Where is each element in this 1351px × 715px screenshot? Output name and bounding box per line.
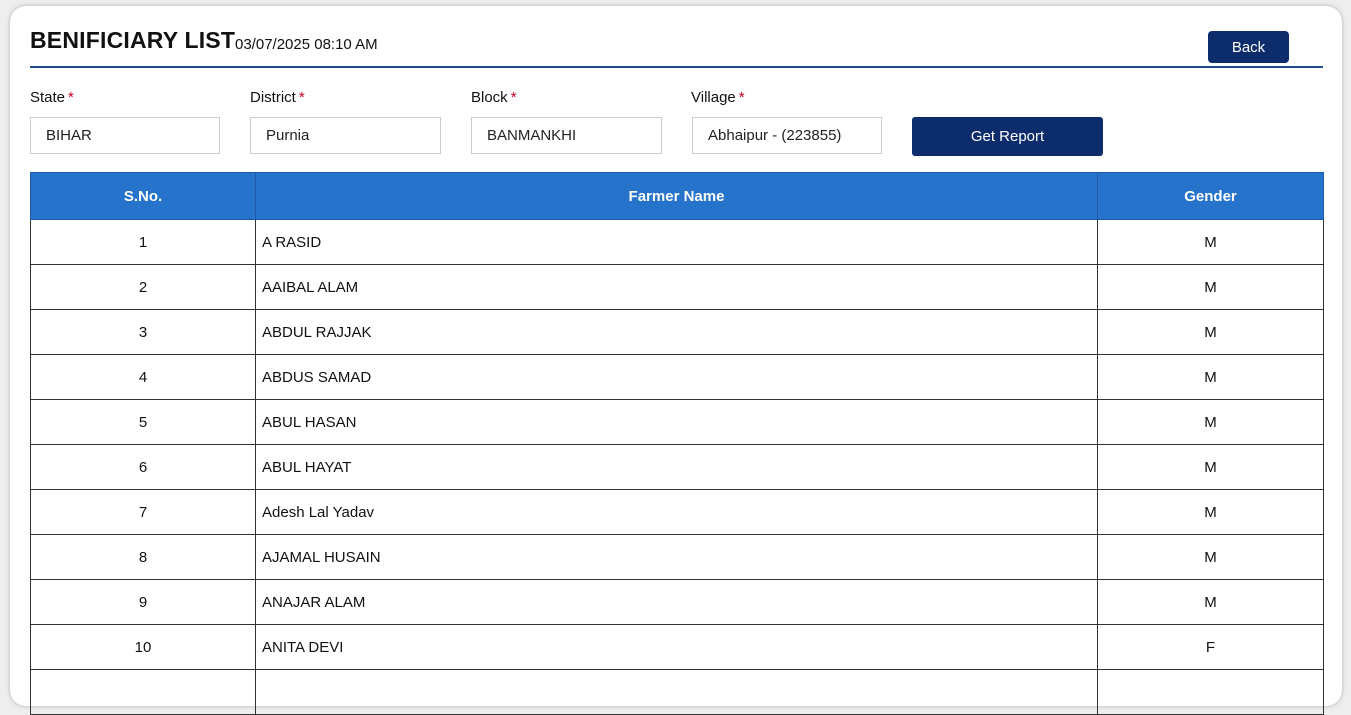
cell-gender: M bbox=[1097, 354, 1324, 400]
cell-gender bbox=[1097, 669, 1324, 715]
village-field: Village * Abhaipur - (223855) bbox=[691, 89, 882, 154]
table-row: 9 ANAJAR ALAM M bbox=[30, 579, 1324, 625]
cell-sno: 3 bbox=[30, 309, 256, 355]
cell-farmer-name bbox=[255, 669, 1098, 715]
district-label: District * bbox=[250, 89, 305, 106]
cell-sno: 8 bbox=[30, 534, 256, 580]
cell-gender: M bbox=[1097, 264, 1324, 310]
required-marker: * bbox=[510, 89, 517, 106]
page-title: BENIFICIARY LIST bbox=[30, 27, 236, 53]
district-select[interactable]: Purnia bbox=[250, 117, 441, 154]
cell-gender: F bbox=[1097, 624, 1324, 670]
cell-farmer-name: A RASID bbox=[255, 219, 1098, 265]
required-marker: * bbox=[738, 89, 745, 106]
cell-sno: 6 bbox=[30, 444, 256, 490]
cell-gender: M bbox=[1097, 399, 1324, 445]
table-row: 7 Adesh Lal Yadav M bbox=[30, 489, 1324, 535]
table-row: 4 ABDUS SAMAD M bbox=[30, 354, 1324, 400]
cell-gender: M bbox=[1097, 219, 1324, 265]
cell-gender: M bbox=[1097, 534, 1324, 580]
cell-farmer-name: ABDUL RAJJAK bbox=[255, 309, 1098, 355]
cell-sno: 7 bbox=[30, 489, 256, 535]
block-label: Block * bbox=[471, 89, 517, 106]
table-header-row: S.No. Farmer Name Gender bbox=[30, 172, 1324, 220]
required-marker: * bbox=[298, 89, 305, 106]
state-field: State * BIHAR bbox=[30, 89, 220, 154]
district-field: District * Purnia bbox=[250, 89, 441, 154]
cell-farmer-name: ANAJAR ALAM bbox=[255, 579, 1098, 625]
cell-gender: M bbox=[1097, 444, 1324, 490]
beneficiary-table: S.No. Farmer Name Gender 1 A RASID M 2 A… bbox=[30, 172, 1324, 715]
cell-farmer-name: ABDUS SAMAD bbox=[255, 354, 1098, 400]
column-header-gender: Gender bbox=[1097, 172, 1324, 220]
cell-sno bbox=[30, 669, 256, 715]
block-field: Block * BANMANKHI bbox=[471, 89, 662, 154]
get-report-button[interactable]: Get Report bbox=[912, 117, 1103, 156]
required-marker: * bbox=[68, 89, 74, 106]
cell-farmer-name: ABUL HASAN bbox=[255, 399, 1098, 445]
table-row bbox=[30, 669, 1324, 715]
report-card: BENIFICIARY LIST 03/07/2025 08:10 AM Bac… bbox=[10, 6, 1342, 715]
page-header: BENIFICIARY LIST 03/07/2025 08:10 AM Bac… bbox=[30, 26, 1323, 68]
cell-farmer-name: Adesh Lal Yadav bbox=[255, 489, 1098, 535]
cell-farmer-name: ANITA DEVI bbox=[255, 624, 1098, 670]
state-label: State * bbox=[30, 89, 74, 106]
table-row: 10 ANITA DEVI F bbox=[30, 624, 1324, 670]
cell-gender: M bbox=[1097, 309, 1324, 355]
table-row: 8 AJAMAL HUSAIN M bbox=[30, 534, 1324, 580]
cell-sno: 9 bbox=[30, 579, 256, 625]
cell-gender: M bbox=[1097, 489, 1324, 535]
table-row: 2 AAIBAL ALAM M bbox=[30, 264, 1324, 310]
block-select[interactable]: BANMANKHI bbox=[471, 117, 662, 154]
village-label: Village * bbox=[691, 89, 745, 106]
table-row: 5 ABUL HASAN M bbox=[30, 399, 1324, 445]
cell-sno: 1 bbox=[30, 219, 256, 265]
report-timestamp: 03/07/2025 08:10 AM bbox=[235, 36, 378, 53]
table-row: 6 ABUL HAYAT M bbox=[30, 444, 1324, 490]
cell-gender: M bbox=[1097, 579, 1324, 625]
table-row: 3 ABDUL RAJJAK M bbox=[30, 309, 1324, 355]
state-select[interactable]: BIHAR bbox=[30, 117, 220, 154]
table-row: 1 A RASID M bbox=[30, 219, 1324, 265]
column-header-sno: S.No. bbox=[30, 172, 256, 220]
village-select[interactable]: Abhaipur - (223855) bbox=[692, 117, 882, 154]
cell-farmer-name: AJAMAL HUSAIN bbox=[255, 534, 1098, 580]
cell-farmer-name: ABUL HAYAT bbox=[255, 444, 1098, 490]
cell-sno: 4 bbox=[30, 354, 256, 400]
cell-sno: 10 bbox=[30, 624, 256, 670]
column-header-farmer-name: Farmer Name bbox=[255, 172, 1098, 220]
cell-sno: 5 bbox=[30, 399, 256, 445]
cell-farmer-name: AAIBAL ALAM bbox=[255, 264, 1098, 310]
back-button[interactable]: Back bbox=[1208, 31, 1289, 63]
cell-sno: 2 bbox=[30, 264, 256, 310]
